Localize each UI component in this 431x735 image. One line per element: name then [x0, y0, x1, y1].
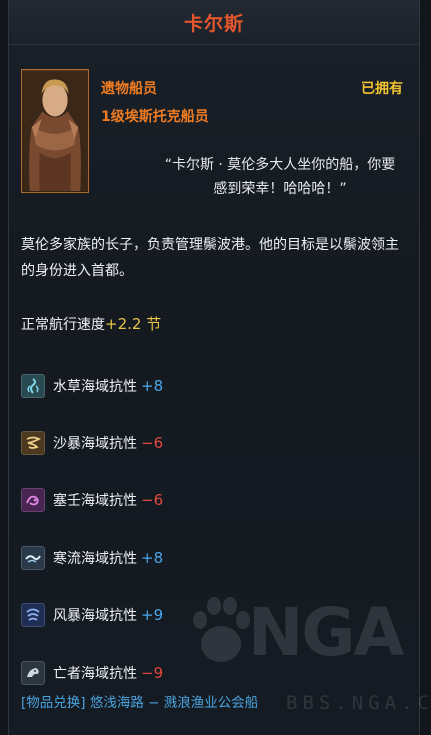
resistance-row: 风暴海域抗性 +9	[21, 587, 411, 644]
resistance-row: 水草海域抗性 +8	[21, 357, 411, 414]
resistance-value: −6	[141, 434, 164, 453]
resistance-label: 水草海域抗性	[53, 378, 137, 395]
crew-title: 卡尔斯	[183, 12, 244, 35]
crew-level: 1级埃斯托克船员	[101, 109, 209, 125]
resistance-value: +8	[141, 548, 164, 567]
crew-header: 遗物船员 已拥有 1级埃斯托克船员 “卡尔斯 · 莫伦多大人坐你的船，你要感到荣…	[9, 45, 419, 203]
tooltip-panel: 卡尔斯 遗物船员 已拥有 1级埃斯托克船员 “卡尔斯 · 莫伦多大人坐你的船，你…	[8, 0, 420, 735]
title-bar: 卡尔斯	[9, 0, 419, 45]
resistance-value: +9	[141, 606, 164, 625]
resistance-row: 寒流海域抗性 +8	[21, 529, 411, 586]
resistance-row: 塞壬海域抗性 −6	[21, 472, 411, 529]
crew-quote: “卡尔斯 · 莫伦多大人坐你的船，你要感到荣幸！哈哈哈！”	[164, 157, 396, 197]
crew-description: 莫伦多家族的长子，负责管理鬃波港。他的目标是以鬃波领主的身份进入首都。	[21, 237, 399, 279]
storm-icon	[21, 603, 45, 628]
speed-value: +2.2 节	[105, 315, 162, 333]
owned-status: 已拥有	[361, 81, 403, 97]
speed-label: 正常航行速度	[21, 317, 105, 333]
resistance-label: 塞壬海域抗性	[53, 493, 137, 510]
cold-current-icon	[21, 545, 45, 570]
item-exchange-link[interactable]: [物品兑换] 悠浅海路 − 溅浪渔业公会船	[21, 691, 258, 711]
resistance-label: 风暴海域抗性	[53, 608, 137, 625]
resistance-label: 沙暴海域抗性	[53, 436, 137, 453]
sandstorm-icon	[21, 431, 45, 456]
resistance-list: 水草海域抗性 +8 沙暴海域抗性 −6 塞壬海域抗性 −6 寒流海域抗性 +8	[21, 357, 411, 701]
resistance-label: 亡者海域抗性	[53, 665, 137, 682]
dead-sea-icon	[21, 660, 45, 685]
resistance-value: −6	[141, 491, 164, 510]
siren-icon	[21, 488, 45, 513]
resistance-label: 寒流海域抗性	[53, 550, 137, 567]
sailing-speed: 正常航行速度+2.2 节	[21, 313, 161, 334]
resistance-row: 沙暴海域抗性 −6	[21, 414, 411, 471]
crew-type: 遗物船员	[101, 81, 157, 97]
resistance-value: +8	[141, 376, 164, 395]
seaweed-icon	[21, 373, 45, 398]
crew-portrait	[21, 69, 89, 193]
resistance-value: −9	[141, 663, 164, 682]
